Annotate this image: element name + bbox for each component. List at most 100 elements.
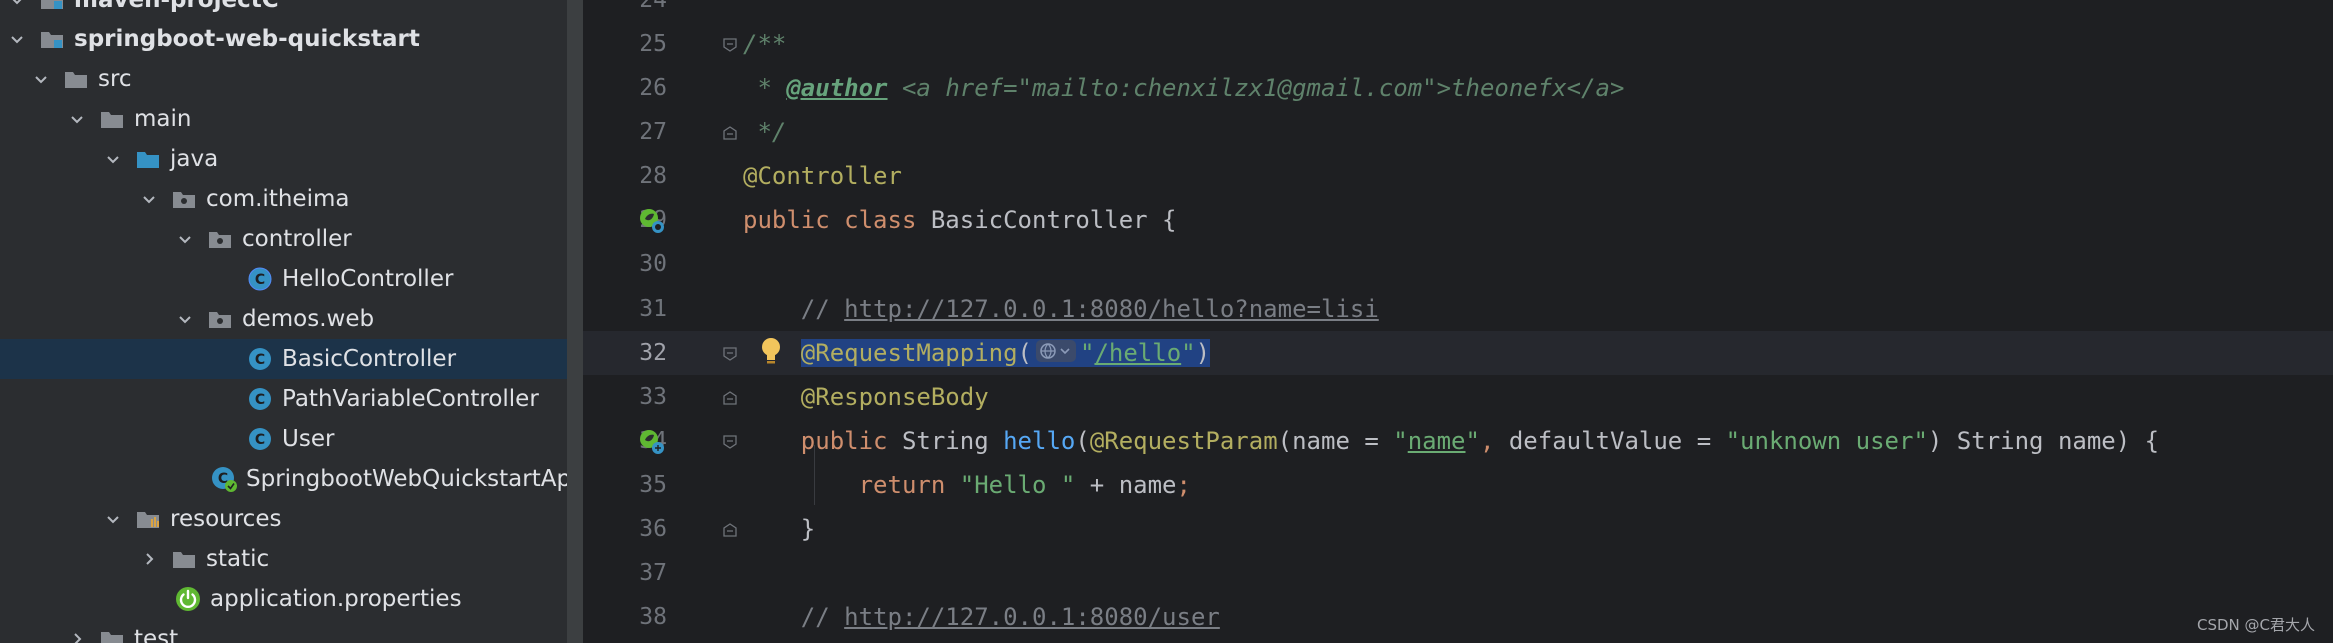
spring-request-mapping-gutter-icon[interactable]	[636, 426, 666, 456]
tree-item-label: HelloController	[282, 266, 454, 292]
type-name: String	[901, 427, 989, 455]
paren: (	[1075, 427, 1090, 455]
tree-item-maven-projectc[interactable]: maven-projectC	[0, 0, 567, 20]
tree-item-resources[interactable]: resources	[0, 499, 567, 539]
tree-item-static[interactable]: static	[0, 539, 567, 579]
tree-item-label: com.itheima	[206, 186, 350, 212]
svg-text:C: C	[255, 392, 265, 408]
line-comment: //	[800, 603, 845, 631]
string-value: name	[1407, 427, 1466, 455]
chevron-down-icon[interactable]	[6, 28, 28, 50]
request-mapping-path[interactable]: /hello	[1094, 339, 1181, 367]
line-number: 30	[639, 251, 667, 277]
code-line-31[interactable]: // http://127.0.0.1:8080/hello?name=lisi	[743, 287, 1379, 331]
code-line-33[interactable]: @ResponseBody	[743, 375, 989, 419]
keyword: public	[800, 427, 888, 455]
doc-comment: theonefx	[1451, 74, 1567, 102]
tree-item-label: application.properties	[210, 586, 462, 612]
tree-item-main[interactable]: main	[0, 99, 567, 139]
tree-item-label: controller	[242, 226, 352, 252]
string-literal: "Hello "	[959, 471, 1076, 499]
tree-item-label: resources	[170, 506, 282, 532]
paren: )	[1195, 339, 1211, 367]
spring-boot-class-icon: C	[210, 465, 238, 493]
code-line-28[interactable]: @Controller	[743, 154, 902, 198]
tree-item-pathvariablecontroller[interactable]: C PathVariableController	[0, 379, 567, 419]
class-name: BasicController	[930, 206, 1148, 234]
line-number: 26	[639, 75, 667, 101]
chevron-down-icon[interactable]	[102, 508, 124, 530]
string-quote: "	[1080, 339, 1095, 367]
string-quote: "	[1393, 427, 1408, 455]
chevron-right-icon[interactable]	[138, 548, 160, 570]
chevron-down-icon[interactable]	[174, 228, 196, 250]
folder-icon	[62, 65, 90, 93]
comment-url-link[interactable]: http://127.0.0.1:8080/user	[844, 603, 1220, 631]
chevron-down-icon[interactable]	[66, 108, 88, 130]
code-line-25[interactable]: /**	[743, 22, 786, 66]
keyword: class	[844, 206, 917, 234]
string-quote: "	[1465, 427, 1480, 455]
chevron-down-icon[interactable]	[174, 308, 196, 330]
fold-end-icon[interactable]	[722, 125, 738, 141]
chevron-down-icon[interactable]	[138, 188, 160, 210]
tree-item-application-properties[interactable]: application.properties	[0, 579, 567, 619]
annotation: @RequestMapping	[800, 339, 1018, 367]
tree-item-controller[interactable]: controller	[0, 219, 567, 259]
tree-item-springboot-web-quickstart[interactable]: springboot-web-quickstart	[0, 19, 567, 59]
code-line-38[interactable]: // http://127.0.0.1:8080/user	[743, 595, 1220, 639]
comment-url-link[interactable]: http://127.0.0.1:8080/hello?name=lisi	[844, 295, 1379, 323]
url-inlay-hint[interactable]	[1036, 332, 1076, 376]
tree-item-label: src	[98, 66, 132, 92]
tree-item-label: SpringbootWebQuickstartApp	[246, 466, 567, 492]
keyword: public	[743, 206, 830, 234]
code-line-27[interactable]: */	[743, 110, 786, 154]
tree-item-label: User	[282, 426, 335, 452]
annotation-args: (name =	[1277, 427, 1394, 455]
expression: + name	[1075, 471, 1177, 499]
chevron-right-icon[interactable]	[66, 628, 88, 643]
tree-item-hellocontroller[interactable]: C HelloController	[0, 259, 567, 299]
tree-item-basiccontroller[interactable]: C BasicController	[0, 339, 567, 379]
fold-collapse-icon[interactable]	[722, 346, 738, 362]
fold-collapse-icon[interactable]	[722, 37, 738, 53]
code-line-26[interactable]: * @author <a href="mailto:chenxilzx1@gma…	[743, 66, 1624, 110]
line-number: 27	[639, 119, 667, 145]
chevron-down-icon[interactable]	[102, 148, 124, 170]
code-line-34[interactable]: public String hello(@RequestParam(name =…	[743, 419, 2159, 463]
fold-collapse-icon[interactable]	[722, 434, 738, 450]
tree-item-user[interactable]: C User	[0, 419, 567, 459]
svg-text:C: C	[255, 432, 265, 448]
tree-item-src[interactable]: src	[0, 59, 567, 99]
line-number: 24	[639, 0, 667, 13]
tree-item-test[interactable]: test	[0, 619, 567, 643]
spring-bean-gutter-icon[interactable]	[636, 205, 666, 235]
code-line-29[interactable]: public class BasicController {	[743, 198, 1177, 242]
tree-item-label: PathVariableController	[282, 386, 539, 412]
watermark: CSDN @C君大人	[2196, 616, 2315, 634]
paren: (	[1017, 339, 1032, 367]
fold-end-icon[interactable]	[722, 390, 738, 406]
chevron-down-icon[interactable]	[6, 0, 28, 11]
tree-item-label: springboot-web-quickstart	[74, 26, 420, 52]
tree-item-label: static	[206, 546, 270, 572]
annotation: @ResponseBody	[800, 383, 989, 411]
chevron-down-icon[interactable]	[30, 68, 52, 90]
code-line-32[interactable]: @RequestMapping("/hello")	[743, 331, 1211, 376]
tree-item-springbootwebquickstartapp[interactable]: C SpringbootWebQuickstartApp	[0, 459, 567, 499]
doc-comment: */	[743, 118, 787, 146]
fold-end-icon[interactable]	[722, 522, 738, 538]
tree-item-com-itheima[interactable]: com.itheima	[0, 179, 567, 219]
tree-item-demos-web[interactable]: demos.web	[0, 299, 567, 339]
line-number: 31	[639, 296, 667, 322]
brace: }	[800, 515, 816, 543]
code-line-36[interactable]: }	[743, 507, 815, 551]
module-folder-icon	[38, 25, 66, 53]
tool-window-splitter[interactable]	[567, 0, 583, 643]
line-number: 28	[639, 163, 667, 189]
tree-item-java[interactable]: java	[0, 139, 567, 179]
class-icon: C	[246, 345, 274, 373]
code-line-35[interactable]: return "Hello " + name;	[743, 463, 1191, 507]
folder-icon	[98, 625, 126, 643]
tree-item-label: main	[134, 106, 192, 132]
